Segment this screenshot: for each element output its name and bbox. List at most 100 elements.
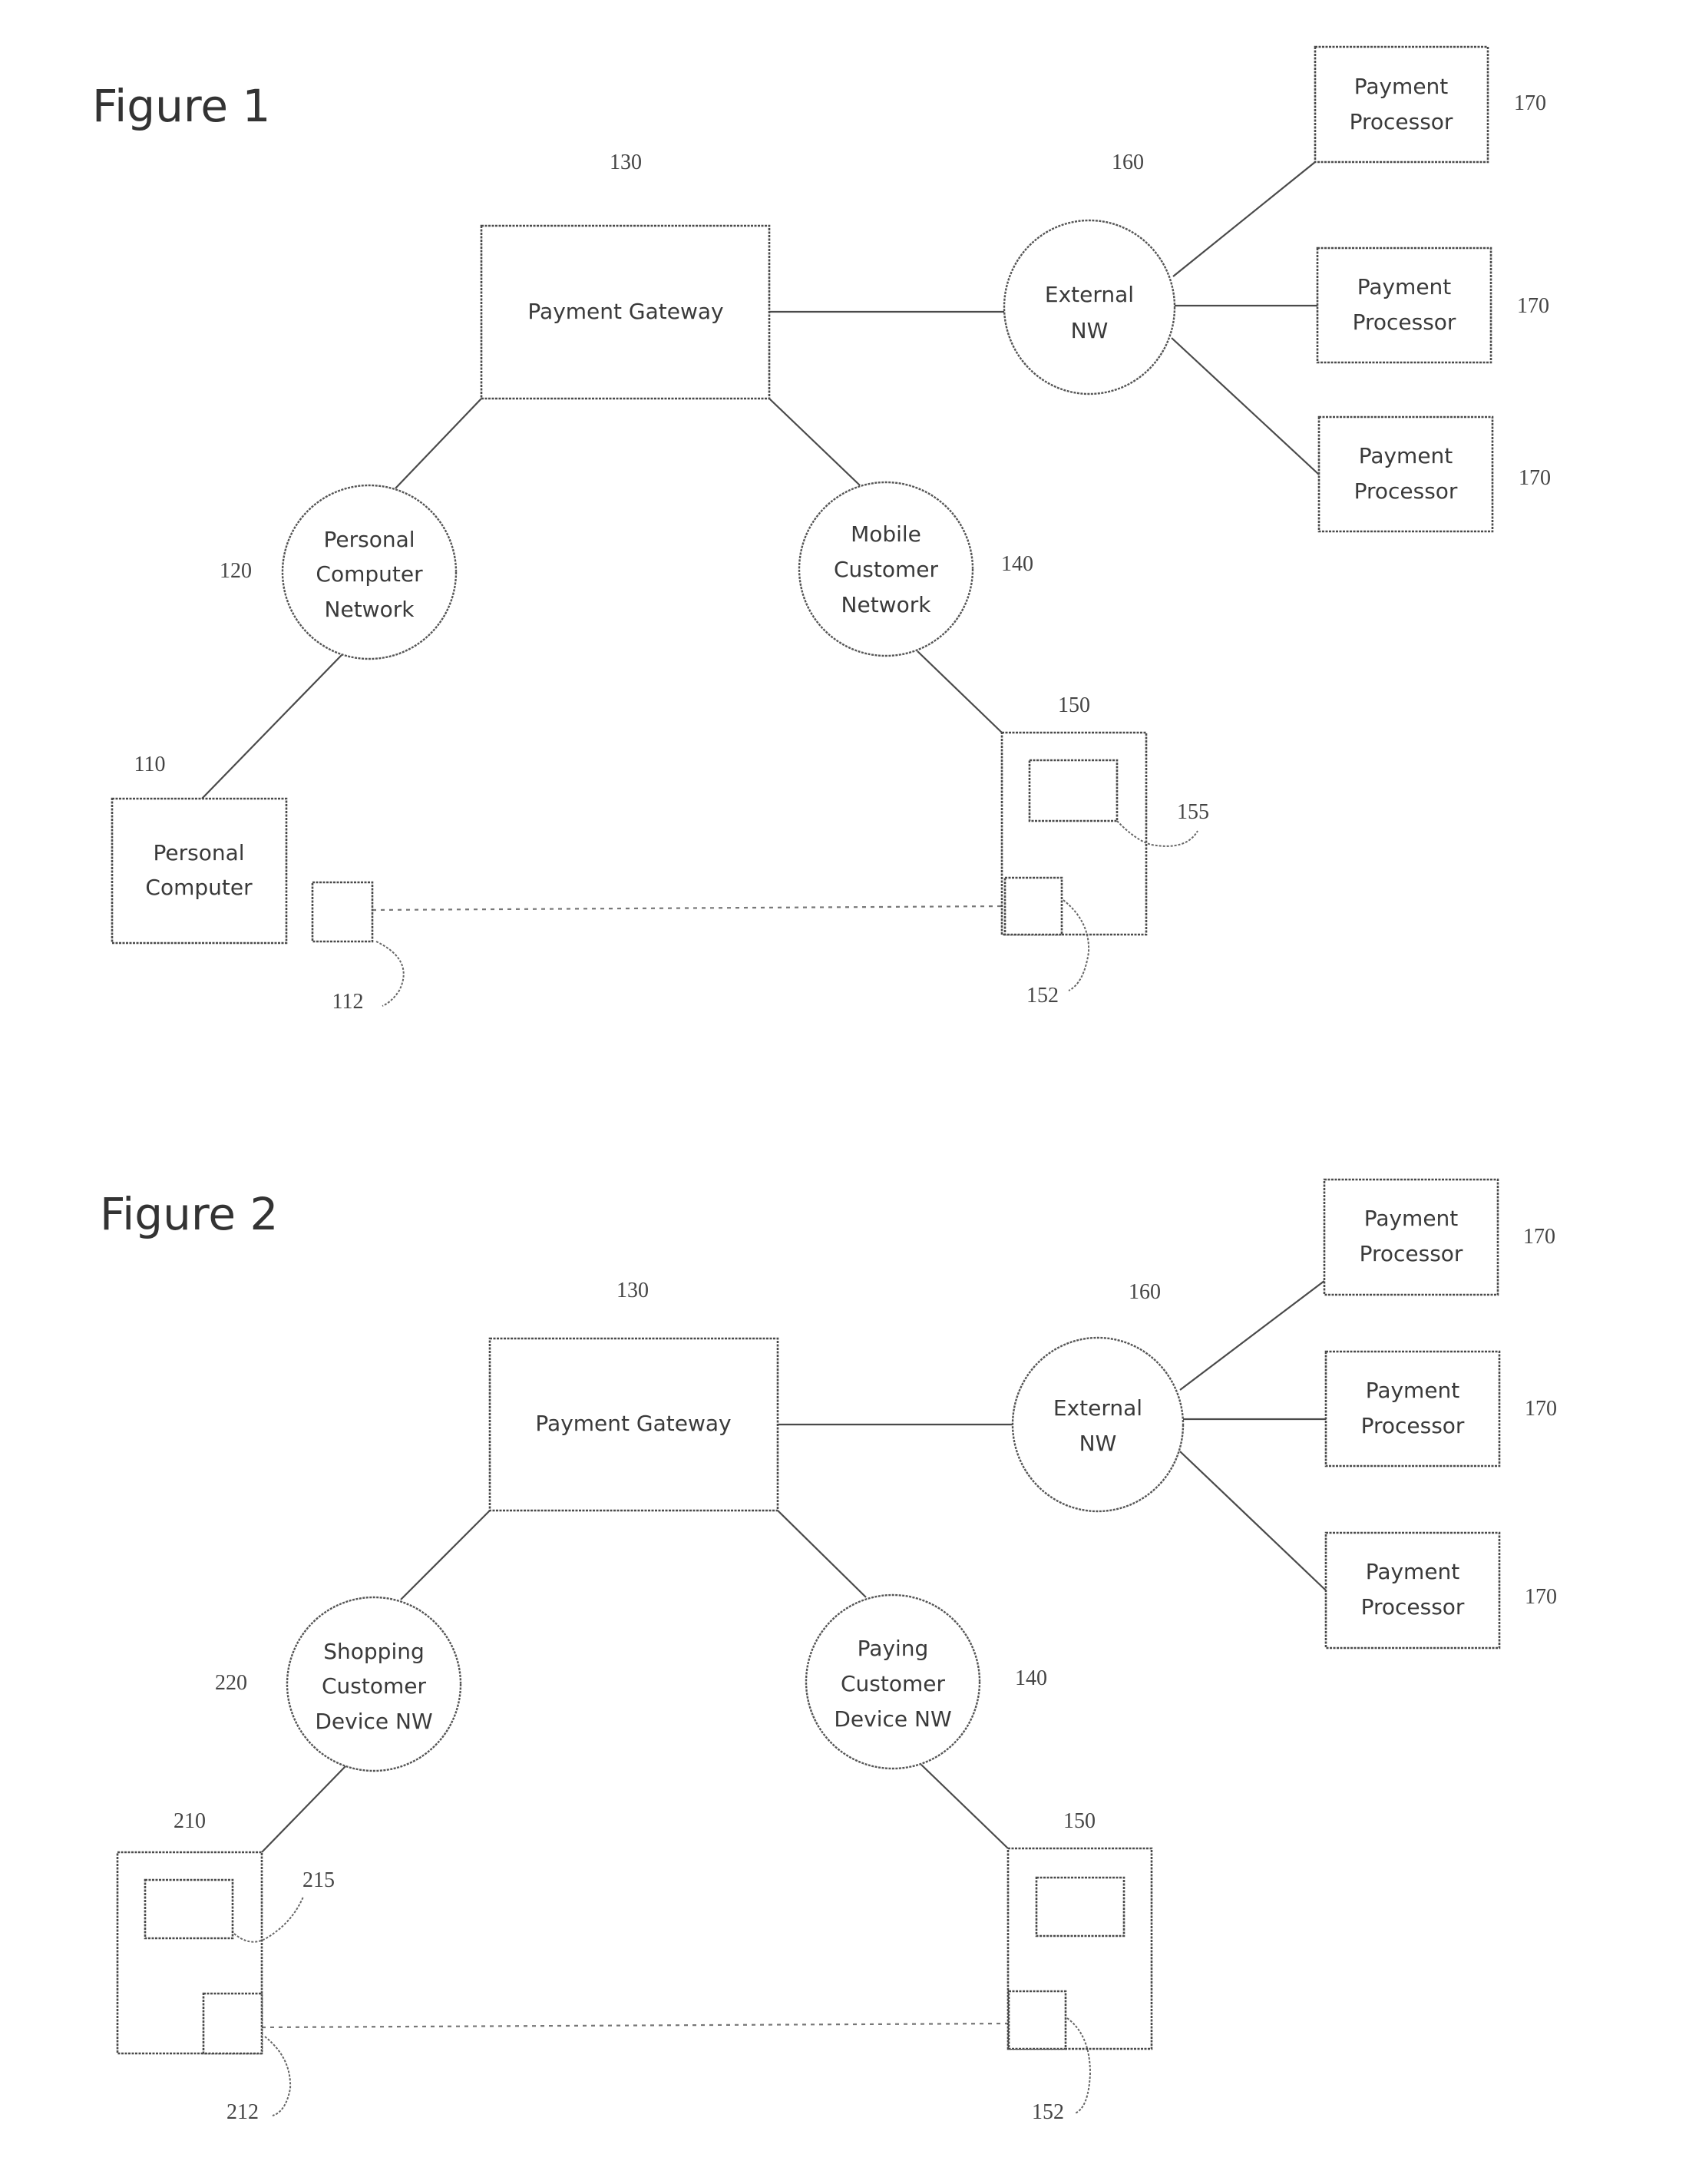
ref-110: 110 xyxy=(134,753,166,776)
ref-215: 215 xyxy=(302,1868,335,1892)
personal-computer-network: Personal Computer Network 120 xyxy=(220,484,458,660)
module-212-box xyxy=(202,1992,263,2055)
payment-processor-box xyxy=(1323,1178,1499,1296)
payment-processor-1: Payment Processor 170 xyxy=(1323,1178,1555,1296)
ref-210: 210 xyxy=(174,1809,206,1833)
payment-processor-2: Payment Processor 170 xyxy=(1324,1350,1557,1468)
external-network-circle xyxy=(1003,219,1176,395)
link-gateway-left-network xyxy=(400,1510,491,1600)
payment-processor-label-line-2: Processor xyxy=(1350,109,1453,134)
payment-processor-box xyxy=(1316,247,1492,364)
external-network: External NW 160 xyxy=(1003,151,1176,395)
paying-device-150: 150 152 xyxy=(1006,1809,1153,2124)
figure-1: Figure 1 Payment Gateway 130 External NW… xyxy=(92,45,1551,1014)
link-left-network-device xyxy=(261,1765,346,1853)
network-label-line-2: Customer xyxy=(322,1673,426,1699)
network-label-line-1: Mobile xyxy=(851,521,921,547)
ref-170: 170 xyxy=(1519,466,1551,490)
payment-gateway-label: Payment Gateway xyxy=(527,299,723,324)
external-network: External NW 160 xyxy=(1011,1280,1185,1513)
ref-152: 152 xyxy=(1032,2100,1064,2124)
network-label-line-2: Customer xyxy=(834,557,938,582)
payment-processor-label-line-1: Payment xyxy=(1359,443,1453,468)
payment-processor-label-line-1: Payment xyxy=(1357,274,1452,299)
ref-170: 170 xyxy=(1517,294,1549,318)
payment-gateway-label: Payment Gateway xyxy=(535,1411,731,1436)
ref-220: 220 xyxy=(215,1671,247,1695)
paying-customer-device-network: Paying Customer Device NW 140 xyxy=(805,1593,1047,1770)
payment-processor-box xyxy=(1314,45,1489,164)
link-external-processor-3 xyxy=(1171,337,1320,475)
shopping-device-210: 210 215 212 xyxy=(116,1809,335,2124)
link-right-network-device xyxy=(917,650,1003,733)
link-gateway-right-network xyxy=(768,398,861,486)
external-network-label-line-2: NW xyxy=(1071,318,1109,343)
link-gateway-right-network xyxy=(777,1510,867,1598)
payment-processor-box xyxy=(1317,415,1494,533)
network-label-line-1: Shopping xyxy=(323,1639,425,1664)
ref-120: 120 xyxy=(220,559,252,583)
payment-processor-label-line-2: Processor xyxy=(1360,1241,1463,1266)
ref-130: 130 xyxy=(616,1279,649,1302)
screen-box xyxy=(1035,1876,1125,1937)
network-label-line-3: Network xyxy=(325,597,415,622)
network-label-line-3: Network xyxy=(841,592,932,617)
ref-160: 160 xyxy=(1129,1280,1161,1304)
patent-drawing-sheet: Figure 1 Payment Gateway 130 External NW… xyxy=(92,45,1557,2124)
network-label-line-2: Customer xyxy=(841,1671,945,1696)
module-152-box xyxy=(1003,876,1063,936)
network-label-line-3: Device NW xyxy=(315,1709,432,1734)
leader-112 xyxy=(375,941,405,1007)
module-112-box xyxy=(311,881,374,943)
payment-processor-label-line-2: Processor xyxy=(1353,309,1456,335)
payment-processor-2: Payment Processor 170 xyxy=(1316,247,1549,364)
payment-processor-label-line-1: Payment xyxy=(1366,1378,1460,1403)
ref-150: 150 xyxy=(1058,693,1090,717)
link-external-processor-1 xyxy=(1179,1280,1325,1391)
external-network-label-line-1: External xyxy=(1045,282,1134,307)
link-right-network-device xyxy=(921,1764,1009,1849)
payment-processor-label-line-1: Payment xyxy=(1354,74,1449,99)
ref-152: 152 xyxy=(1026,984,1059,1008)
payment-gateway: Payment Gateway 130 xyxy=(488,1279,779,1512)
personal-computer-label-line-1: Personal xyxy=(153,840,244,865)
network-label-line-2: Computer xyxy=(316,561,423,587)
ref-140: 140 xyxy=(1015,1666,1047,1690)
leader-212 xyxy=(264,2036,292,2116)
figure-1-title: Figure 1 xyxy=(92,80,270,132)
link-external-processor-1 xyxy=(1172,161,1316,277)
mobile-customer-network: Mobile Customer Network 140 xyxy=(798,481,1033,657)
personal-computer: Personal Computer 110 112 xyxy=(111,753,405,1014)
ref-140: 140 xyxy=(1001,552,1033,576)
link-left-network-device xyxy=(201,654,342,799)
mobile-device-150: 150 155 152 xyxy=(1000,693,1209,1008)
ref-212: 212 xyxy=(226,2100,259,2124)
payment-processor-label-line-2: Processor xyxy=(1354,478,1458,504)
payment-processor-box xyxy=(1324,1350,1501,1468)
payment-processor-box xyxy=(1324,1531,1501,1650)
payment-processor-label-line-2: Processor xyxy=(1361,1413,1465,1438)
screen-215-box xyxy=(144,1878,234,1940)
link-gateway-left-network xyxy=(395,398,482,489)
payment-processor-1: Payment Processor 170 xyxy=(1314,45,1546,164)
network-label-line-1: Paying xyxy=(858,1636,929,1661)
ref-130: 130 xyxy=(610,151,642,174)
external-network-circle xyxy=(1011,1336,1185,1513)
ref-150: 150 xyxy=(1063,1809,1096,1833)
ref-170: 170 xyxy=(1514,91,1546,115)
link-external-processor-3 xyxy=(1179,1451,1327,1591)
ref-170: 170 xyxy=(1525,1585,1557,1609)
ref-170: 170 xyxy=(1523,1225,1555,1249)
payment-processor-label-line-2: Processor xyxy=(1361,1594,1465,1620)
network-label-line-1: Personal xyxy=(323,527,415,552)
shopping-customer-device-network: Shopping Customer Device NW 220 xyxy=(215,1596,462,1772)
module-152-box xyxy=(1007,1990,1067,2050)
ref-155: 155 xyxy=(1177,800,1209,824)
network-label-line-3: Device NW xyxy=(834,1706,951,1732)
payment-processor-label-line-1: Payment xyxy=(1366,1559,1460,1584)
figure-2: Figure 2 Payment Gateway 130 External NW… xyxy=(100,1178,1557,2124)
personal-computer-label-line-2: Computer xyxy=(145,875,253,900)
external-network-label-line-1: External xyxy=(1053,1395,1142,1421)
ref-160: 160 xyxy=(1112,151,1144,174)
payment-processor-label-line-1: Payment xyxy=(1364,1206,1459,1231)
